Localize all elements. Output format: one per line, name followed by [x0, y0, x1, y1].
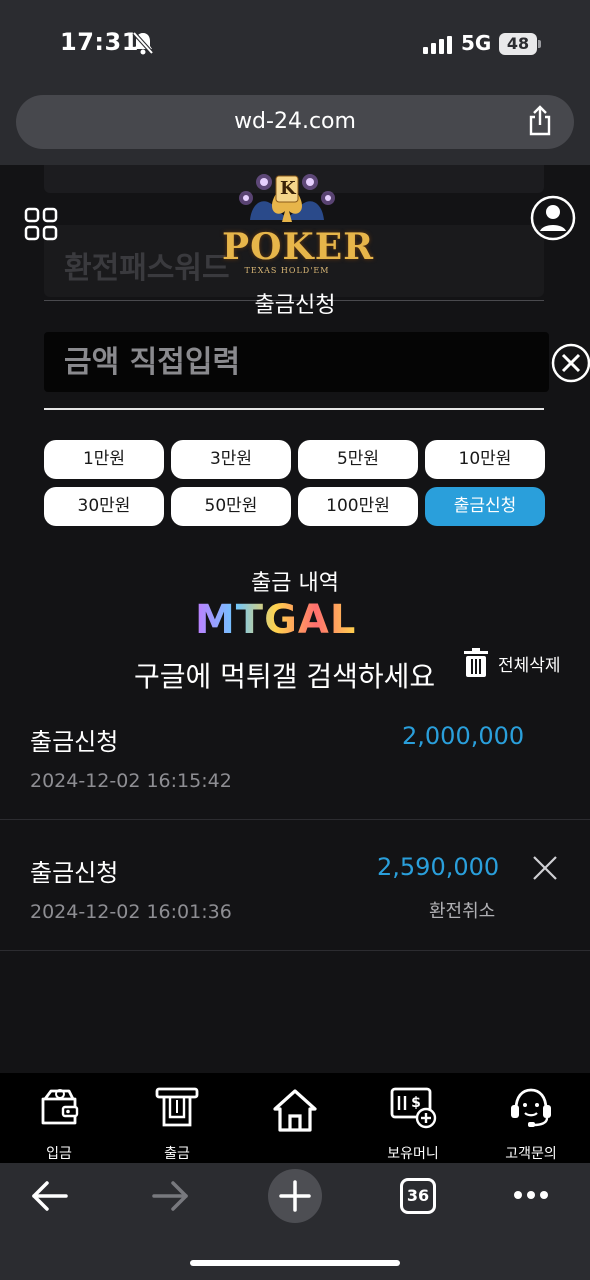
close-icon[interactable] — [532, 855, 558, 881]
tab-label: 보유머니 — [387, 1146, 439, 1162]
watermark-logo-text: MTGAL — [195, 597, 357, 643]
tab-count-button[interactable]: 36 — [400, 1178, 436, 1214]
home-indicator — [190, 1260, 400, 1266]
delete-all-label: 전체삭제 — [498, 656, 561, 676]
amount-button-100[interactable]: 100만원 — [298, 487, 418, 526]
address-bar[interactable]: wd-24.com — [16, 95, 574, 149]
amount-button-1[interactable]: 1만원 — [44, 440, 164, 479]
money-icon: $ — [390, 1087, 437, 1129]
tab-withdraw[interactable]: 출금 — [132, 1085, 222, 1162]
forward-arrow-icon[interactable] — [152, 1178, 190, 1214]
history-record: 출금신청 2024-12-02 16:15:42 2,000,000 — [0, 690, 590, 820]
tab-label: 입금 — [46, 1146, 72, 1162]
record-title: 출금신청 — [30, 859, 119, 887]
atm-icon — [155, 1087, 199, 1127]
amount-button-50[interactable]: 50만원 — [171, 487, 291, 526]
logo-word: POKER — [222, 226, 375, 268]
new-tab-button[interactable] — [268, 1169, 322, 1223]
home-icon — [273, 1089, 317, 1132]
withdraw-page: 환전패스워드 K POKER TEXAS HOLD'EM 출금신청 금액 직접입… — [0, 165, 590, 1073]
battery-tip — [538, 40, 541, 48]
tab-deposit[interactable]: 입금 — [14, 1085, 104, 1162]
withdraw-submit-button[interactable]: 출금신청 — [425, 487, 545, 526]
amount-button-5[interactable]: 5만원 — [298, 440, 418, 479]
url-text[interactable]: wd-24.com — [16, 109, 574, 134]
record-amount: 2,000,000 — [402, 722, 525, 750]
tab-support[interactable]: 고객문의 — [486, 1085, 576, 1162]
record-amount: 2,590,000 — [377, 853, 500, 881]
svg-text:$: $ — [411, 1095, 421, 1111]
browser-toolbar: 36 — [0, 1163, 590, 1280]
signal-icon — [423, 36, 452, 54]
amount-input[interactable] — [44, 332, 549, 392]
browser-address-area: wd-24.com — [0, 95, 590, 165]
tab-label: 고객문의 — [505, 1146, 557, 1162]
amount-button-30[interactable]: 30만원 — [44, 487, 164, 526]
amount-button-3[interactable]: 3만원 — [171, 440, 291, 479]
network-type: 5G — [461, 31, 492, 55]
tab-label: 출금 — [164, 1146, 190, 1162]
record-date: 2024-12-02 16:15:42 — [30, 770, 232, 792]
record-title: 출금신청 — [30, 728, 119, 756]
status-time: 17:31 — [60, 28, 139, 56]
password-placeholder: 환전패스워드 — [64, 251, 230, 286]
tab-balance[interactable]: $ 보유머니 — [368, 1085, 458, 1162]
more-icon[interactable] — [512, 1189, 550, 1201]
poker-logo: K POKER TEXAS HOLD'EM — [222, 170, 375, 280]
record-status: 환전취소 — [429, 901, 496, 922]
amount-button-10[interactable]: 10만원 — [425, 440, 545, 479]
watermark-logo: MTGAL — [195, 597, 356, 643]
logo-subtitle: TEXAS HOLD'EM — [244, 266, 330, 275]
logo-badge: K — [280, 178, 296, 199]
wallet-icon — [41, 1089, 79, 1125]
profile-icon[interactable] — [530, 195, 576, 241]
bottom-tab-bar: 입금 출금 $ 보유머니 고객문의 — [0, 1073, 590, 1163]
battery-level: 48 — [499, 33, 537, 55]
record-date: 2024-12-02 16:01:36 — [30, 901, 232, 923]
history-record: 출금신청 2024-12-02 16:01:36 2,590,000 환전취소 — [0, 821, 590, 951]
trash-icon — [464, 648, 488, 677]
history-title: 출금 내역 — [251, 571, 339, 596]
grid-menu-icon[interactable] — [24, 207, 58, 241]
plus-icon — [279, 1180, 311, 1212]
input-underline — [44, 408, 544, 410]
tab-home[interactable] — [250, 1085, 340, 1135]
form-title: 출금신청 — [254, 293, 336, 318]
clear-input-icon[interactable] — [551, 343, 590, 383]
back-arrow-icon[interactable] — [30, 1178, 68, 1214]
bell-muted-icon — [132, 31, 154, 55]
share-icon[interactable] — [526, 105, 554, 137]
headset-icon — [511, 1088, 551, 1127]
status-bar: 17:31 5G 48 — [0, 0, 590, 95]
